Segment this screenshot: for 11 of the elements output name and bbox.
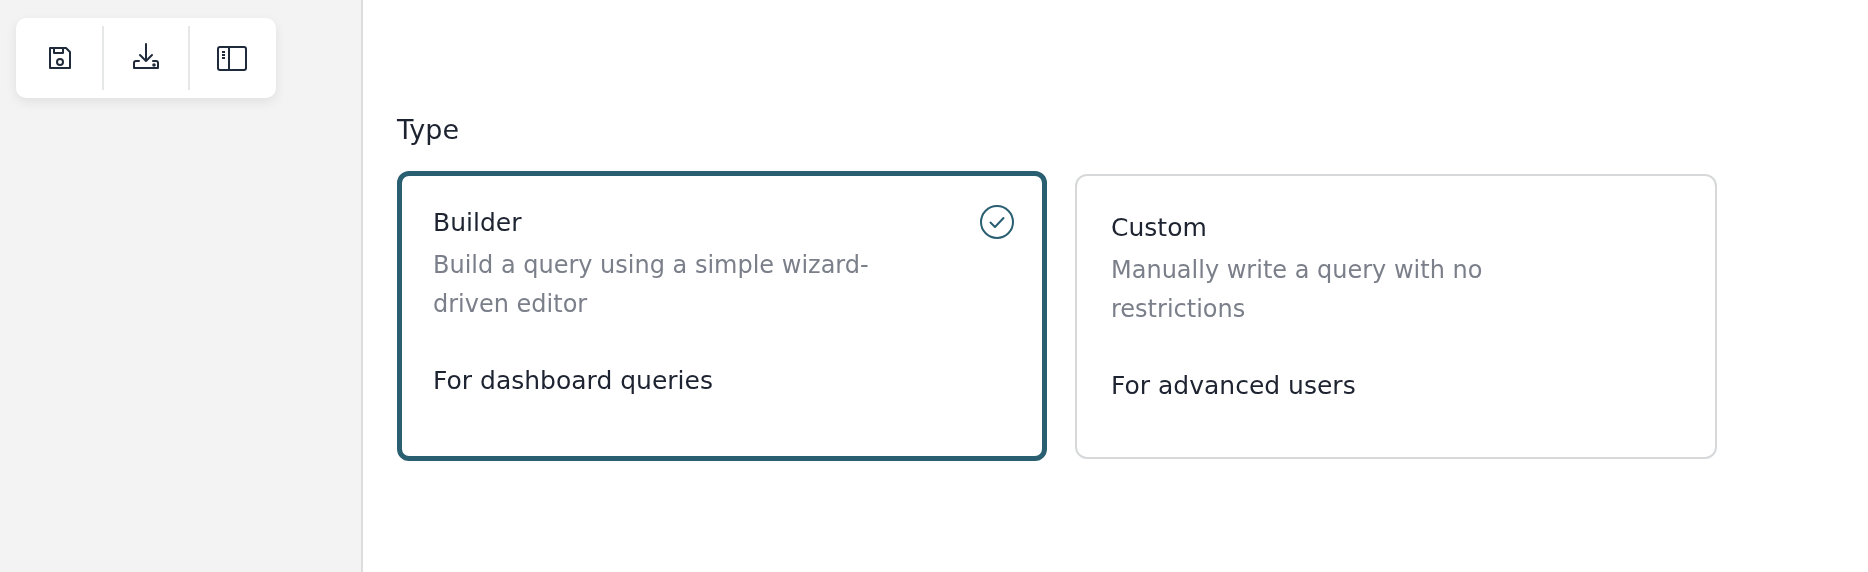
option-card[interactable]: Builder Build a query using a simple wizard-driven editor For dashboard queries: [397, 171, 1047, 461]
option-title: Custom: [1111, 212, 1207, 242]
section-label: Type: [397, 113, 460, 147]
sidebar-icon: [215, 43, 249, 73]
option-description: Build a query using a simple wizard-driven editor: [433, 250, 870, 320]
option-description: Manually write a query with no restrictions: [1111, 255, 1484, 325]
option-title: Builder: [433, 207, 522, 237]
option-card[interactable]: Custom Manually write a query with no restrictions For advanced users: [1075, 174, 1717, 459]
option-note: For dashboard queries: [433, 366, 714, 395]
option-note: For advanced users: [1111, 371, 1357, 400]
check-icon: [979, 204, 1015, 240]
